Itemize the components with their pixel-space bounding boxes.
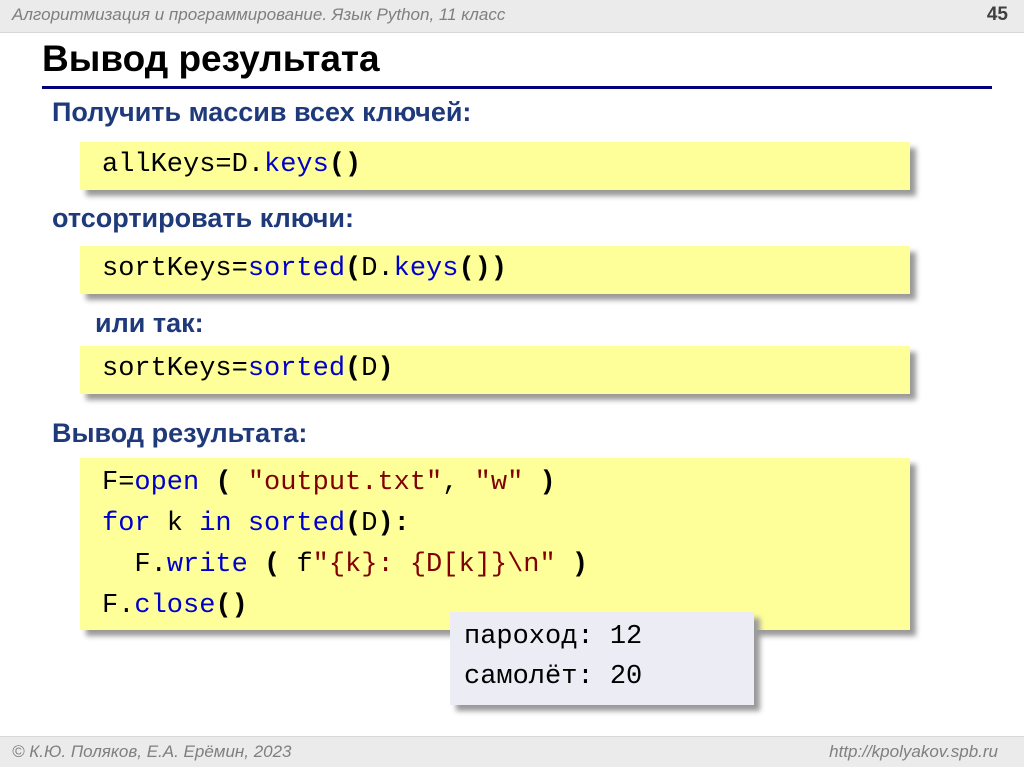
code-op: = bbox=[231, 254, 248, 284]
code-paren: ) bbox=[555, 550, 589, 580]
code-paren: ): bbox=[377, 509, 410, 539]
code-line: allKeys=D.keys() bbox=[102, 150, 361, 180]
code-arg: D bbox=[361, 509, 378, 539]
code-obj: D. bbox=[361, 254, 394, 284]
code-paren: ( bbox=[345, 354, 362, 384]
code-method: write bbox=[166, 550, 248, 580]
label-output: Вывод результата: bbox=[52, 418, 308, 448]
course-title: Алгоритмизация и программирование. Язык … bbox=[12, 5, 506, 24]
code-obj: F. bbox=[102, 591, 135, 621]
code-fn: sorted bbox=[247, 354, 346, 384]
code-block-output: F=open ( "output.txt", "w" ) for k in so… bbox=[80, 458, 910, 630]
header-bar: Алгоритмизация и программирование. Язык … bbox=[0, 0, 1024, 33]
code-line: F=open ( "output.txt", "w" ) bbox=[102, 468, 556, 498]
code-var: F bbox=[102, 468, 119, 498]
code-paren: ( bbox=[345, 509, 362, 539]
code-keyword: in bbox=[199, 509, 232, 539]
code-paren: ) bbox=[523, 468, 556, 498]
code-var: k bbox=[150, 509, 200, 539]
label-alternative: или так: bbox=[95, 308, 204, 338]
code-paren: ( bbox=[199, 468, 248, 498]
code-arg: D bbox=[361, 354, 378, 384]
code-block-sort-keys-alt: sortKeys=sorted(D) bbox=[80, 346, 910, 394]
code-line: F.close() bbox=[102, 591, 248, 621]
code-line: F.write ( f"{k}: {D[k]}\n" ) bbox=[102, 550, 588, 580]
label-sort-keys: отсортировать ключи: bbox=[52, 203, 355, 233]
code-paren: () bbox=[328, 150, 362, 180]
code-method: close bbox=[134, 591, 216, 621]
page-number: 45 bbox=[986, 4, 1008, 25]
code-obj: D. bbox=[231, 150, 265, 180]
footer-bar: © К.Ю. Поляков, Е.А. Ерёмин, 2023 http:/… bbox=[0, 736, 1024, 767]
code-string: "output.txt" bbox=[247, 468, 443, 498]
code-line: for k in sorted(D): bbox=[102, 509, 410, 539]
code-string: "{k}: {D[k]}\n" bbox=[312, 550, 556, 580]
code-op: = bbox=[118, 468, 135, 498]
code-op: = bbox=[215, 150, 232, 180]
code-paren: ()) bbox=[458, 254, 508, 284]
code-paren: ( bbox=[247, 550, 297, 580]
slide-title: Вывод результата bbox=[42, 38, 380, 79]
code-keyword: for bbox=[102, 509, 151, 539]
code-string: "w" bbox=[474, 468, 524, 498]
code-fn: sorted bbox=[247, 509, 346, 539]
code-method: keys bbox=[264, 150, 329, 180]
code-comma: , bbox=[442, 468, 475, 498]
output-result-box: пароход: 12 самолёт: 20 bbox=[450, 612, 754, 705]
code-op: = bbox=[231, 354, 248, 384]
code-fn: open bbox=[134, 468, 200, 498]
code-block-all-keys: allKeys=D.keys() bbox=[80, 142, 910, 190]
code-paren: ( bbox=[345, 254, 362, 284]
code-paren: () bbox=[215, 591, 248, 621]
code-line: sortKeys=sorted(D.keys()) bbox=[102, 254, 507, 284]
footer-author: © К.Ю. Поляков, Е.А. Ерёмин, 2023 bbox=[12, 742, 292, 761]
output-line: самолёт: 20 bbox=[464, 662, 643, 692]
output-line: пароход: 12 bbox=[464, 622, 643, 652]
code-fn: sorted bbox=[247, 254, 346, 284]
code-line: sortKeys=sorted(D) bbox=[102, 354, 394, 384]
code-var: sortKeys bbox=[102, 354, 232, 384]
code-paren: ) bbox=[377, 354, 394, 384]
label-get-keys: Получить массив всех ключей: bbox=[52, 97, 472, 127]
code-method: keys bbox=[393, 254, 459, 284]
code-fstring-prefix: f bbox=[296, 550, 313, 580]
code-var: allKeys bbox=[102, 150, 216, 180]
code-obj: F. bbox=[134, 550, 167, 580]
code-block-sort-keys: sortKeys=sorted(D.keys()) bbox=[80, 246, 910, 294]
title-underline bbox=[42, 86, 992, 89]
code-var: sortKeys bbox=[102, 254, 232, 284]
footer-url: http://kpolyakov.spb.ru bbox=[829, 742, 998, 761]
